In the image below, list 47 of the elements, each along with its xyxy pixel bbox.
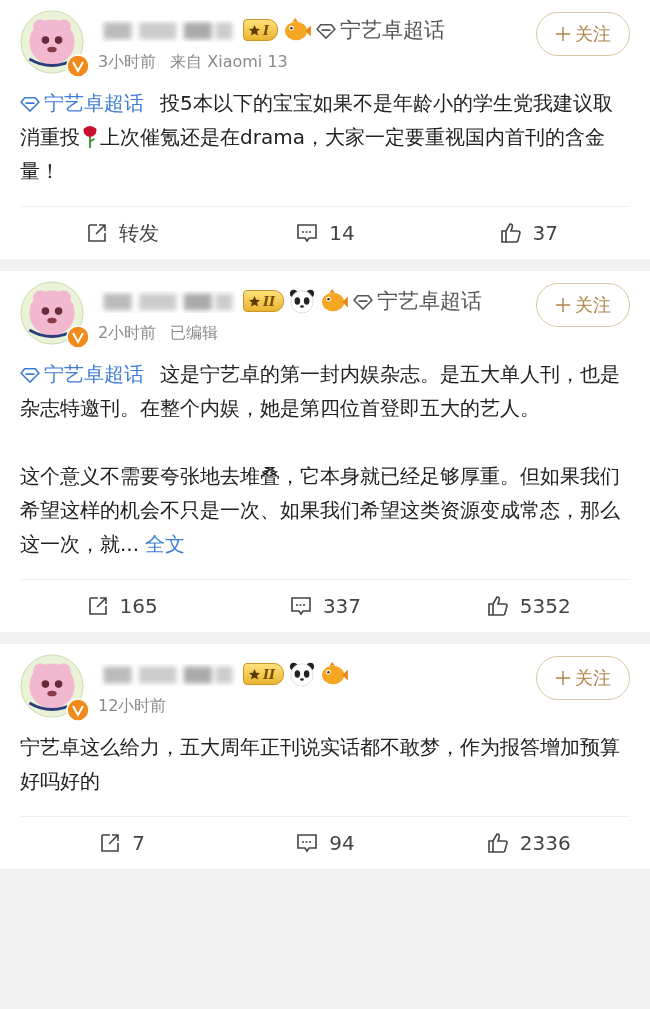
post-text: 宁艺卓这么给力，五大周年正刊说实话都不敢梦，作为报答增加预算好吗好的 — [20, 734, 621, 795]
topic-link[interactable]: 宁艺卓超话 — [20, 91, 144, 115]
fish-icon — [320, 662, 349, 686]
plus-icon — [555, 670, 571, 686]
like-button[interactable]: 5352 — [479, 593, 577, 619]
comment-icon — [295, 221, 320, 245]
thumbs-up-icon — [485, 594, 510, 618]
post-meta: 来自 Xiaomi 13 — [170, 52, 288, 73]
repost-button[interactable]: 7 — [92, 830, 152, 856]
full-text-link[interactable]: 全文 — [145, 532, 186, 556]
topic-link[interactable]: 宁艺卓超话 — [20, 362, 144, 386]
follow-button[interactable]: 关注 — [536, 12, 630, 56]
diamond-icon — [353, 294, 374, 310]
topic-label[interactable]: 宁艺卓超话 — [316, 16, 446, 44]
follow-button[interactable]: 关注 — [536, 283, 630, 327]
post-text: 这个意义不需要夸张地去堆叠，它本身就已经足够厚重。但如果我们希望这样的机会不只是一次、如果我们希望这类资源变成常态，那么这一次，就... 全文 — [20, 463, 621, 558]
diamond-icon — [20, 367, 40, 383]
repost-button[interactable]: 转发 — [78, 218, 165, 248]
comment-button[interactable]: 14 — [289, 220, 361, 246]
post-meta: 已编辑 — [170, 323, 219, 344]
panda-icon — [289, 661, 316, 687]
like-button[interactable]: 2336 — [479, 830, 577, 856]
post-meta: 12小时前 — [98, 696, 167, 717]
level-badge: II — [243, 663, 285, 685]
fish-icon — [320, 289, 349, 313]
post-meta: 3小时前 — [98, 52, 157, 73]
comment-icon — [295, 831, 320, 855]
follow-button[interactable]: 关注 — [536, 656, 630, 700]
panda-icon — [289, 288, 316, 314]
post-text: 宁艺卓超话 这是宁艺卓的第一封内娱杂志。是五大单人刊，也是杂志特邀刊。在整个内娱，她是第四位首登即五大的艺人。 — [20, 361, 621, 422]
level-badge: I — [243, 19, 279, 41]
post-text: 宁艺卓超话 投5本以下的宝宝如果不是年龄小的学生党我建议取消重投 上次催氪还是在drama，大家一定要重视国内首刊的含金量！ — [20, 90, 614, 185]
like-button[interactable]: 37 — [492, 220, 565, 246]
comment-button[interactable]: 94 — [289, 830, 361, 856]
topic-label[interactable]: 宁艺卓超话 — [353, 287, 483, 315]
fish-icon — [283, 18, 312, 42]
level-badge: II — [243, 290, 285, 312]
thumbs-up-icon — [485, 831, 510, 855]
post-meta: 2小时前 — [98, 323, 157, 344]
plus-icon — [555, 297, 571, 313]
comment-icon — [288, 594, 313, 618]
diamond-icon — [316, 23, 337, 39]
plus-icon — [555, 26, 571, 42]
comment-button[interactable]: 337 — [282, 593, 368, 619]
thumbs-up-icon — [498, 221, 523, 245]
diamond-icon — [20, 96, 40, 112]
repost-button[interactable]: 165 — [79, 593, 164, 619]
